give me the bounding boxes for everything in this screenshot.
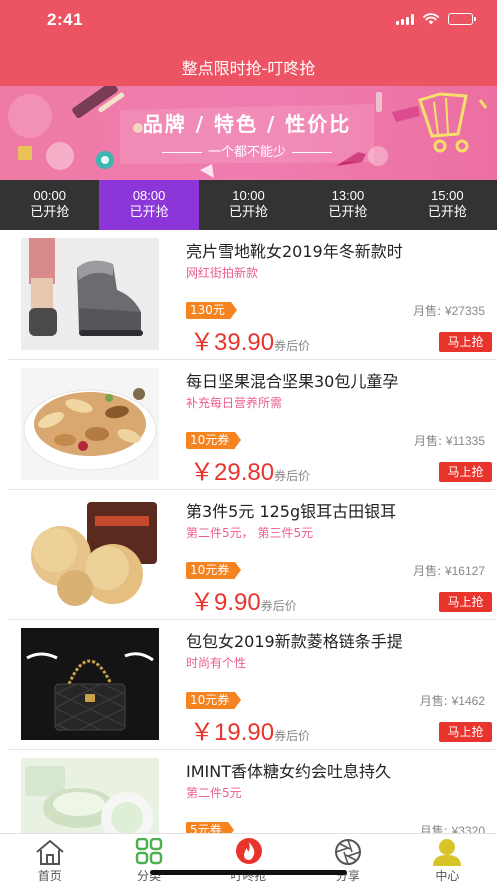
product-price: ￥29.80券后价 — [190, 452, 310, 487]
nav-home[interactable]: 首页 — [0, 834, 99, 883]
product-subtitle: 补充每日营养所需 — [186, 396, 283, 410]
coupon-badge: 10元券 — [186, 432, 242, 449]
tab-time: 08:00 — [132, 188, 166, 203]
monthly-sales-value: ¥27335 — [444, 304, 485, 318]
monthly-sales-label: 月售: — [419, 694, 448, 708]
product-item[interactable]: 每日坚果混合坚果30包儿童孕 补充每日营养所需 10元券 月售: ¥11335 … — [0, 360, 497, 490]
product-price: ￥19.90券后价 — [190, 712, 310, 747]
nav-flash-sale[interactable]: 叮咚抢 — [199, 834, 298, 883]
page-title: 整点限时抢-叮咚抢 — [181, 59, 316, 78]
home-indicator — [150, 870, 347, 875]
status-time: 2:41 — [47, 10, 84, 29]
product-title: 亮片雪地靴女2019年冬新款时 — [186, 242, 403, 261]
buy-now-button[interactable]: 马上抢 — [439, 332, 492, 352]
monthly-sales-label: 月售: — [419, 824, 448, 833]
aperture-icon — [334, 839, 361, 865]
home-icon — [36, 840, 64, 865]
tab-time: 10:00 — [232, 188, 265, 203]
product-list: 亮片雪地靴女2019年冬新款时 网红街拍新款 130元 月售: ¥27335 ￥… — [0, 230, 497, 833]
banner-subtitle: 一个都不能少 — [118, 141, 376, 160]
coupon-badge: 10元券 — [186, 562, 242, 579]
tab-time: 13:00 — [331, 188, 365, 203]
monthly-sales: 月售: ¥27335 — [413, 302, 485, 319]
promo-banner[interactable]: 品牌 / 特色 / 性价比 一个都不能少 — [0, 86, 497, 180]
monthly-sales-value: ¥3320 — [451, 824, 485, 833]
wifi-icon — [423, 13, 439, 25]
tremella-image[interactable] — [21, 498, 159, 610]
tab-status: 已开抢 — [328, 205, 368, 220]
product-item[interactable]: 包包女2019新款菱格链条手提 时尚有个性 10元券 月售: ¥1462 ￥19… — [0, 620, 497, 750]
monthly-sales: 月售: ¥3320 — [420, 822, 485, 833]
mixed-nuts-image[interactable] — [21, 368, 159, 480]
tab-1300[interactable]: 13:00 已开抢 — [298, 180, 397, 230]
tab-status: 已开抢 — [229, 205, 269, 220]
coupon-badge: 130元 — [186, 302, 237, 319]
product-item[interactable]: 第3件5元 125g银耳古田银耳 第二件5元， 第三件5元 10元券 月售: ¥… — [0, 490, 497, 620]
tab-status: 已开抢 — [427, 205, 467, 220]
flame-icon — [235, 838, 262, 864]
coupon-badge: 10元券 — [186, 692, 242, 709]
coupon-badge: 5元券 — [186, 822, 234, 833]
header-bar: 2:41 整点限时抢-叮咚抢 — [0, 0, 497, 86]
product-subtitle: 第二件5元， 第三件5元 — [186, 526, 314, 540]
product-subtitle: 网红街拍新款 — [186, 266, 259, 280]
nav-share[interactable]: 分享 — [298, 834, 397, 883]
banner-panel: 品牌 / 特色 / 性价比 一个都不能少 — [118, 102, 376, 166]
monthly-sales-label: 月售: — [413, 564, 442, 578]
nav-label: 中心 — [435, 869, 460, 883]
user-icon — [433, 839, 462, 866]
monthly-sales: 月售: ¥1462 — [420, 692, 485, 709]
tab-1500[interactable]: 15:00 已开抢 — [398, 180, 497, 230]
product-subtitle: 第二件5元 — [186, 786, 242, 800]
product-title: IMINT香体糖女约会吐息持久 — [186, 762, 391, 781]
price-value: ￥9.90 — [190, 589, 261, 616]
tab-status: 已开抢 — [129, 205, 169, 220]
monthly-sales: 月售: ¥11335 — [414, 432, 485, 449]
tab-0800[interactable]: 08:00 已开抢 — [99, 180, 199, 230]
product-item[interactable]: 亮片雪地靴女2019年冬新款时 网红街拍新款 130元 月售: ¥27335 ￥… — [0, 230, 497, 360]
tab-1000[interactable]: 10:00 已开抢 — [199, 180, 298, 230]
price-suffix: 券后价 — [274, 469, 311, 483]
price-suffix: 券后价 — [260, 599, 297, 613]
snow-boots-image[interactable] — [21, 238, 159, 350]
price-suffix: 券后价 — [274, 339, 311, 353]
time-tabs: 00:00 已开抢 08:00 已开抢 10:00 已开抢 13:00 已开抢 15:0… — [0, 180, 497, 230]
buy-now-button[interactable]: 马上抢 — [439, 462, 492, 482]
nav-category[interactable]: 分类 — [99, 834, 198, 883]
price-suffix: 券后价 — [274, 729, 311, 743]
grid-icon — [135, 838, 163, 865]
monthly-sales-label: 月售: — [413, 304, 442, 318]
product-item[interactable]: IMINT香体糖女约会吐息持久 第二件5元 5元券 月售: ¥3320 — [0, 750, 497, 833]
price-value: ￥29.80 — [190, 459, 275, 486]
buy-now-button[interactable]: 马上抢 — [439, 592, 492, 612]
buy-now-button[interactable]: 马上抢 — [439, 722, 492, 742]
nav-label: 首页 — [37, 869, 62, 883]
tab-time: 15:00 — [431, 188, 464, 203]
tab-0000[interactable]: 00:00 已开抢 — [0, 180, 99, 230]
product-title: 包包女2019新款菱格链条手提 — [186, 632, 403, 651]
monthly-sales-label: 月售: — [413, 434, 443, 448]
handbag-image[interactable] — [21, 628, 159, 740]
bottom-nav: 首页 分类 叮咚抢 分享 中心 — [0, 833, 497, 883]
price-value: ￥19.90 — [190, 719, 275, 746]
product-price: ￥39.90券后价 — [190, 322, 310, 357]
candy-image[interactable] — [21, 758, 159, 833]
status-icons — [396, 13, 476, 25]
banner-subtitle-text: 一个都不能少 — [207, 145, 286, 160]
monthly-sales-value: ¥1462 — [451, 694, 485, 708]
banner-title: 品牌 / 特色 / 性价比 — [142, 112, 352, 136]
nav-center[interactable]: 中心 — [398, 834, 497, 883]
monthly-sales-value: ¥11335 — [445, 434, 485, 448]
cellular-signal-icon — [396, 13, 414, 25]
monthly-sales-value: ¥16127 — [444, 564, 485, 578]
product-subtitle: 时尚有个性 — [186, 656, 247, 670]
tab-time: 00:00 — [33, 188, 66, 203]
tab-status: 已开抢 — [30, 205, 70, 220]
price-value: ￥39.90 — [190, 329, 275, 356]
monthly-sales: 月售: ¥16127 — [413, 562, 485, 579]
product-price: ￥9.90券后价 — [190, 582, 297, 617]
product-title: 每日坚果混合坚果30包儿童孕 — [186, 372, 399, 391]
battery-icon — [448, 13, 476, 25]
product-title: 第3件5元 125g银耳古田银耳 — [186, 502, 397, 521]
